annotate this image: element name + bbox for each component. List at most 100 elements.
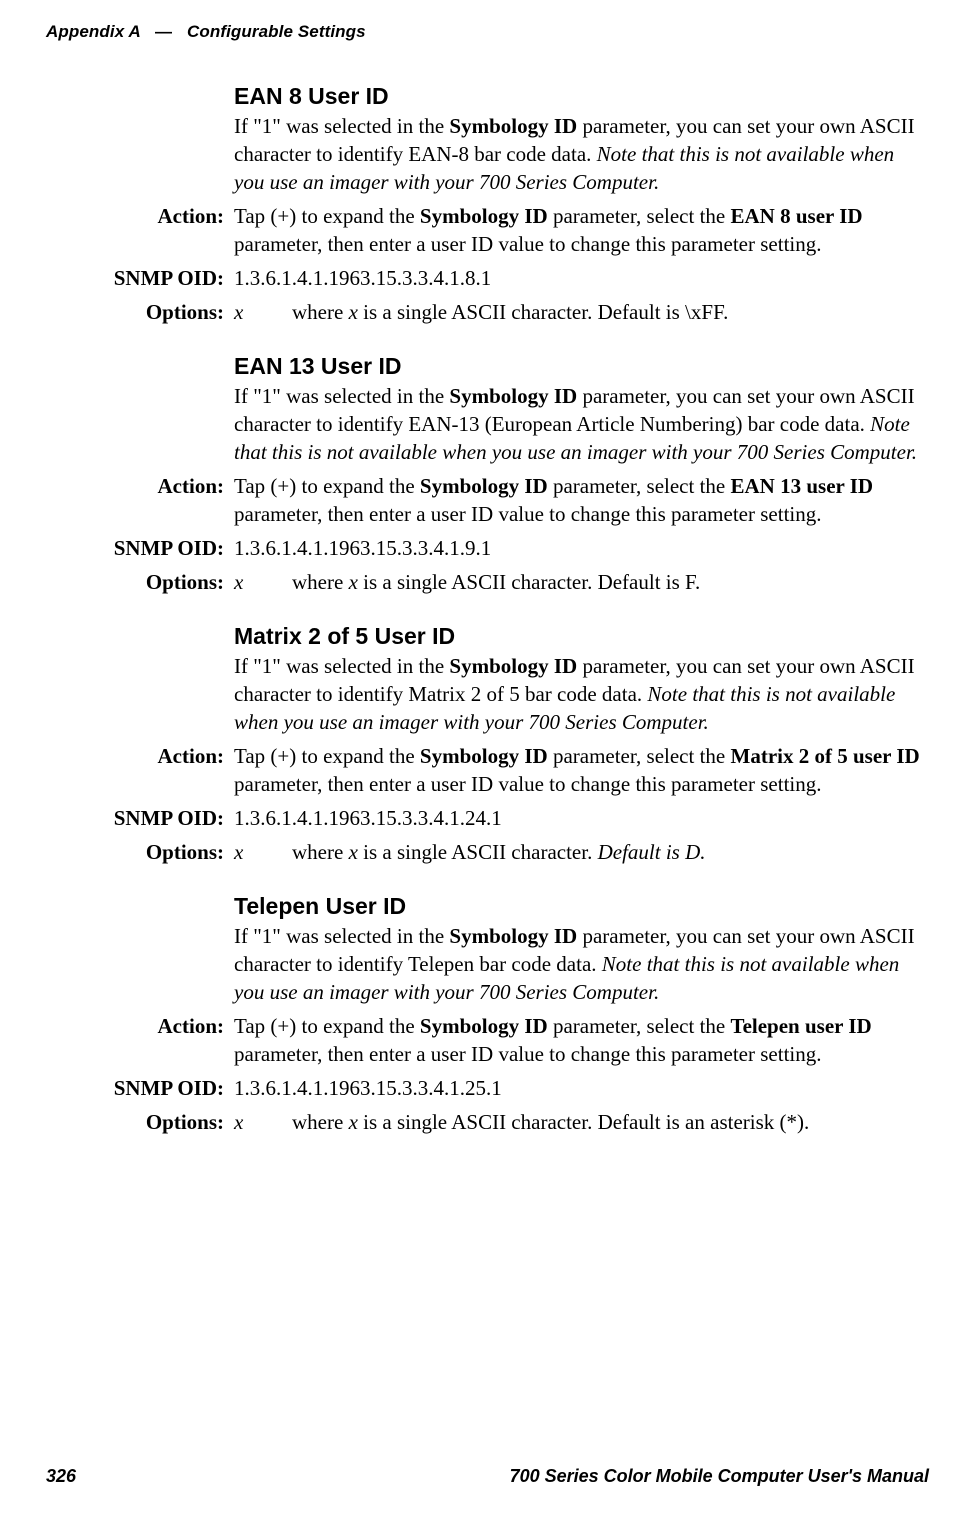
t: If "1" was selected in the [234, 924, 449, 948]
t: parameter, then enter a user ID value to… [234, 232, 822, 256]
section-intro: If "1" was selected in the Symbology ID … [234, 382, 929, 466]
t: Symbology ID [449, 114, 577, 138]
value-action: Tap (+) to expand the Symbology ID param… [234, 742, 929, 798]
section-block: Matrix 2 of 5 User ID If "1" was selecte… [234, 622, 929, 736]
t: EAN 8 user ID [731, 204, 863, 228]
t: where [292, 570, 349, 594]
gap [46, 332, 929, 352]
page: Appendix A — Configurable Settings EAN 8… [0, 0, 975, 1521]
action-row: Action: Tap (+) to expand the Symbology … [46, 1012, 929, 1068]
t: parameter, then enter a user ID value to… [234, 1042, 822, 1066]
label-options: Options: [46, 838, 234, 866]
t: where [292, 1110, 349, 1134]
footer-title: 700 Series Color Mobile Computer User's … [510, 1466, 929, 1487]
section-intro: If "1" was selected in the Symbology ID … [234, 922, 929, 1006]
options-desc: where x is a single ASCII character. Def… [292, 298, 728, 326]
section-heading-row: EAN 13 User ID If "1" was selected in th… [46, 352, 929, 466]
value-snmp: 1.3.6.1.4.1.1963.15.3.3.4.1.9.1 [234, 534, 929, 562]
section-heading: EAN 13 User ID [234, 352, 929, 380]
t: Tap (+) to expand the [234, 744, 420, 768]
t: Symbology ID [449, 654, 577, 678]
t: parameter, select the [548, 744, 731, 768]
section-intro: If "1" was selected in the Symbology ID … [234, 652, 929, 736]
action-row: Action: Tap (+) to expand the Symbology … [46, 472, 929, 528]
t: parameter, select the [548, 474, 731, 498]
header-letter: A [128, 22, 140, 41]
label-options: Options: [46, 298, 234, 326]
section-block: EAN 13 User ID If "1" was selected in th… [234, 352, 929, 466]
header-dash: — [145, 22, 182, 41]
snmp-row: SNMP OID: 1.3.6.1.4.1.1963.15.3.3.4.1.8.… [46, 264, 929, 292]
action-row: Action: Tap (+) to expand the Symbology … [46, 202, 929, 258]
options-symbol: x [234, 298, 292, 326]
section-heading: Telepen User ID [234, 892, 929, 920]
label-snmp: SNMP OID: [46, 804, 234, 832]
value-options: x where x is a single ASCII character. D… [234, 1108, 929, 1136]
t: where [292, 300, 349, 324]
label-action: Action: [46, 202, 234, 230]
t: If "1" was selected in the [234, 654, 449, 678]
value-snmp: 1.3.6.1.4.1.1963.15.3.3.4.1.8.1 [234, 264, 929, 292]
options-row: Options: x where x is a single ASCII cha… [46, 568, 929, 596]
t: x [349, 840, 358, 864]
section-heading-row: EAN 8 User ID If "1" was selected in the… [46, 82, 929, 196]
value-action: Tap (+) to expand the Symbology ID param… [234, 472, 929, 528]
t: x [349, 1110, 358, 1134]
header-appendix: Appendix [46, 22, 124, 41]
value-action: Tap (+) to expand the Symbology ID param… [234, 1012, 929, 1068]
gap [46, 602, 929, 622]
section-intro: If "1" was selected in the Symbology ID … [234, 112, 929, 196]
t: Matrix 2 of 5 user ID [731, 744, 920, 768]
options-desc: where x is a single ASCII character. Def… [292, 568, 700, 596]
t: parameter, select the [548, 204, 731, 228]
t: is a single ASCII character. Default is … [358, 570, 700, 594]
snmp-row: SNMP OID: 1.3.6.1.4.1.1963.15.3.3.4.1.9.… [46, 534, 929, 562]
label-snmp: SNMP OID: [46, 534, 234, 562]
t: parameter, select the [548, 1014, 731, 1038]
t: Default is D. [598, 840, 706, 864]
section-heading: Matrix 2 of 5 User ID [234, 622, 929, 650]
label-snmp: SNMP OID: [46, 1074, 234, 1102]
value-snmp: 1.3.6.1.4.1.1963.15.3.3.4.1.24.1 [234, 804, 929, 832]
options-desc: where x is a single ASCII character. Def… [292, 1108, 809, 1136]
options-desc: where x is a single ASCII character. Def… [292, 838, 706, 866]
section-heading-row: Matrix 2 of 5 User ID If "1" was selecte… [46, 622, 929, 736]
value-action: Tap (+) to expand the Symbology ID param… [234, 202, 929, 258]
t: EAN 13 user ID [731, 474, 874, 498]
label-action: Action: [46, 472, 234, 500]
t: is a single ASCII character. Default is … [358, 300, 728, 324]
snmp-row: SNMP OID: 1.3.6.1.4.1.1963.15.3.3.4.1.25… [46, 1074, 929, 1102]
t: Symbology ID [420, 1014, 548, 1038]
label-options: Options: [46, 1108, 234, 1136]
running-head: Appendix A — Configurable Settings [46, 22, 366, 42]
section-block: EAN 8 User ID If "1" was selected in the… [234, 82, 929, 196]
t: Telepen user ID [731, 1014, 872, 1038]
snmp-row: SNMP OID: 1.3.6.1.4.1.1963.15.3.3.4.1.24… [46, 804, 929, 832]
label-action: Action: [46, 1012, 234, 1040]
page-number: 326 [46, 1466, 76, 1487]
t: Symbology ID [420, 474, 548, 498]
t: Symbology ID [420, 744, 548, 768]
header-title: Configurable Settings [187, 22, 366, 41]
t: Symbology ID [420, 204, 548, 228]
t: Tap (+) to expand the [234, 1014, 420, 1038]
t: is a single ASCII character. Default is … [358, 1110, 809, 1134]
label-action: Action: [46, 742, 234, 770]
value-options: x where x is a single ASCII character. D… [234, 568, 929, 596]
value-options: x where x is a single ASCII character. D… [234, 298, 929, 326]
options-symbol: x [234, 838, 292, 866]
t: parameter, then enter a user ID value to… [234, 772, 822, 796]
body-content: EAN 8 User ID If "1" was selected in the… [46, 82, 929, 1142]
label-options: Options: [46, 568, 234, 596]
t: x [349, 300, 358, 324]
value-snmp: 1.3.6.1.4.1.1963.15.3.3.4.1.25.1 [234, 1074, 929, 1102]
options-symbol: x [234, 568, 292, 596]
action-row: Action: Tap (+) to expand the Symbology … [46, 742, 929, 798]
section-block: Telepen User ID If "1" was selected in t… [234, 892, 929, 1006]
t: x [349, 570, 358, 594]
options-symbol: x [234, 1108, 292, 1136]
t: Tap (+) to expand the [234, 474, 420, 498]
footer: 326 700 Series Color Mobile Computer Use… [46, 1466, 929, 1487]
options-row: Options: x where x is a single ASCII cha… [46, 838, 929, 866]
t: Symbology ID [449, 924, 577, 948]
